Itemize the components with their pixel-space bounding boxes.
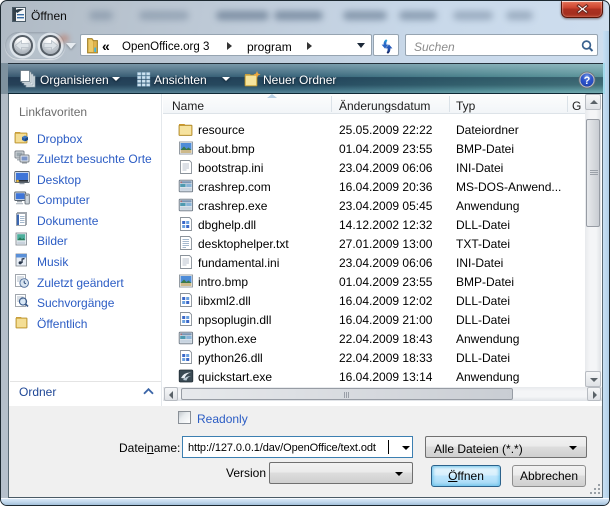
svg-text:?: ? <box>584 75 591 87</box>
